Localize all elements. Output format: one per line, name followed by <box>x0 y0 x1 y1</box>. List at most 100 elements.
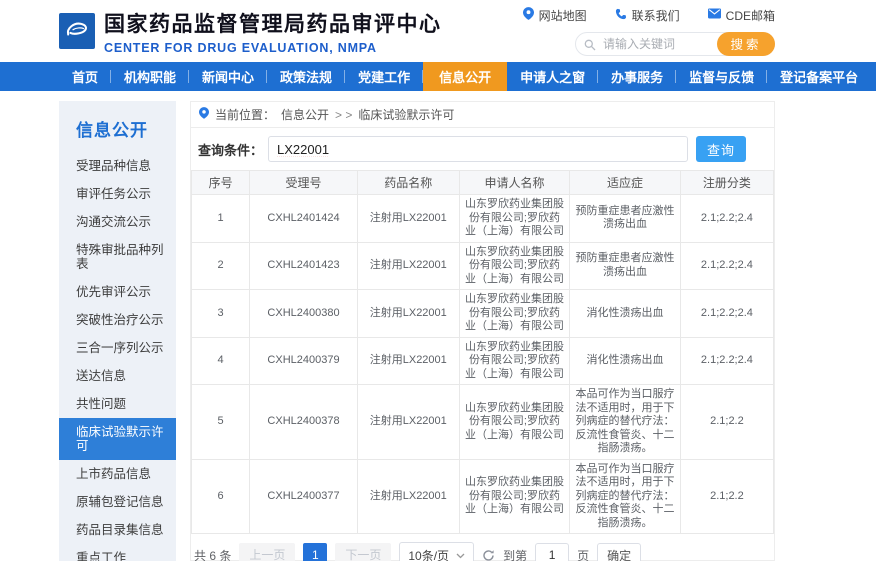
sidebar-item[interactable]: 突破性治疗公示 <box>59 306 176 334</box>
pager-confirm-button[interactable]: 确定 <box>597 543 641 561</box>
sidebar-item[interactable]: 上市药品信息 <box>59 460 176 488</box>
location-pin-icon <box>199 107 209 122</box>
sidebar-item[interactable]: 重点工作 <box>59 544 176 561</box>
page: 国家药品监督管理局药品审评中心 CENTER FOR DRUG EVALUATI… <box>0 0 876 561</box>
nav-item[interactable]: 办事服务 <box>598 62 676 91</box>
nav-item[interactable]: 机构职能 <box>111 62 189 91</box>
cell-drug-name: 注射用LX22001 <box>357 337 459 385</box>
cell-drug-name: 注射用LX22001 <box>357 459 459 534</box>
nav-item[interactable]: 申请人之窗 <box>507 62 598 91</box>
sidebar-item[interactable]: 共性问题 <box>59 390 176 418</box>
sidebar: 信息公开 受理品种信息审评任务公示沟通交流公示特殊审批品种列表优先审评公示突破性… <box>59 101 176 561</box>
cell-acceptance-no: CXHL2400377 <box>250 459 358 534</box>
pager-goto-unit: 页 <box>577 547 589 561</box>
cell-acceptance-no: CXHL2400379 <box>250 337 358 385</box>
table-header-cell: 适应症 <box>570 171 681 195</box>
cell-registration-class: 2.1;2.2;2.4 <box>680 337 773 385</box>
query-input[interactable] <box>268 136 688 162</box>
cell-applicant: 山东罗欣药业集团股份有限公司;罗欣药业（上海）有限公司 <box>459 337 570 385</box>
cell-indication: 消化性溃疡出血 <box>570 337 681 385</box>
nav-item[interactable]: 党建工作 <box>345 62 423 91</box>
cell-indication: 本品可作为当口服疗法不适用时，用于下列病症的替代疗法：反流性食管炎、十二指肠溃疡… <box>570 385 681 460</box>
sidebar-item[interactable]: 药品目录集信息 <box>59 516 176 544</box>
table-row: 3 CXHL2400380 注射用LX22001 山东罗欣药业集团股份有限公司;… <box>192 290 774 338</box>
table-row: 2 CXHL2401423 注射用LX22001 山东罗欣药业集团股份有限公司;… <box>192 242 774 290</box>
query-bar: 查询条件： 查询 <box>191 128 774 170</box>
table-row: 4 CXHL2400379 注射用LX22001 山东罗欣药业集团股份有限公司;… <box>192 337 774 385</box>
phone-icon <box>615 8 627 23</box>
nav-item[interactable]: 政策法规 <box>267 62 345 91</box>
results-table: 序号受理号药品名称申请人名称适应症注册分类 1 CXHL2401424 注射用L… <box>191 170 774 534</box>
cell-indication: 本品可作为当口服疗法不适用时，用于下列病症的替代疗法：反流性食管炎、十二指肠溃疡… <box>570 459 681 534</box>
table-row: 5 CXHL2400378 注射用LX22001 山东罗欣药业集团股份有限公司;… <box>192 385 774 460</box>
cell-applicant: 山东罗欣药业集团股份有限公司;罗欣药业（上海）有限公司 <box>459 195 570 243</box>
table-header-cell: 序号 <box>192 171 250 195</box>
table-header-cell: 受理号 <box>250 171 358 195</box>
breadcrumb-label: 当前位置： <box>215 106 275 123</box>
pager-page-1[interactable]: 1 <box>303 543 327 561</box>
chevron-down-icon <box>456 548 465 561</box>
main-panel: 当前位置： 信息公开 > > 临床试验默示许可 查询条件： 查询 序号受理号药品… <box>190 101 775 561</box>
location-pin-icon <box>523 7 534 23</box>
sidebar-item[interactable]: 特殊审批品种列表 <box>59 236 176 278</box>
brand: 国家药品监督管理局药品审评中心 CENTER FOR DRUG EVALUATI… <box>59 8 442 55</box>
cell-drug-name: 注射用LX22001 <box>357 242 459 290</box>
cell-applicant: 山东罗欣药业集团股份有限公司;罗欣药业（上海）有限公司 <box>459 290 570 338</box>
breadcrumb: 当前位置： 信息公开 > > 临床试验默示许可 <box>191 102 774 128</box>
cell-index: 4 <box>192 337 250 385</box>
site-header: 国家药品监督管理局药品审评中心 CENTER FOR DRUG EVALUATI… <box>0 0 876 62</box>
page-size-select[interactable]: 10条/页 <box>399 542 474 561</box>
sidebar-item[interactable]: 送达信息 <box>59 362 176 390</box>
content: 信息公开 受理品种信息审评任务公示沟通交流公示特殊审批品种列表优先审评公示突破性… <box>59 101 775 561</box>
query-label: 查询条件： <box>198 140 263 159</box>
nav-item[interactable]: 首页 <box>59 62 111 91</box>
search-button[interactable]: 搜索 <box>717 32 775 56</box>
sidebar-item[interactable]: 临床试验默示许可 <box>59 418 176 460</box>
sidebar-item[interactable]: 优先审评公示 <box>59 278 176 306</box>
refresh-icon[interactable] <box>482 549 495 561</box>
quick-links: 网站地图 联系我们 CDE邮箱 <box>523 7 775 24</box>
cell-index: 2 <box>192 242 250 290</box>
sidebar-title: 信息公开 <box>59 101 176 152</box>
table-header-cell: 药品名称 <box>357 171 459 195</box>
cell-acceptance-no: CXHL2400378 <box>250 385 358 460</box>
sidebar-item[interactable]: 受理品种信息 <box>59 152 176 180</box>
pager-goto-input[interactable] <box>535 543 569 561</box>
table-header-row: 序号受理号药品名称申请人名称适应症注册分类 <box>192 171 774 195</box>
sidebar-item[interactable]: 三合一序列公示 <box>59 334 176 362</box>
site-search: 搜索 <box>575 32 775 56</box>
nav-item[interactable]: 信息公开 <box>423 62 507 91</box>
search-icon <box>584 38 596 56</box>
cell-index: 1 <box>192 195 250 243</box>
sidebar-item[interactable]: 原辅包登记信息 <box>59 488 176 516</box>
cell-drug-name: 注射用LX22001 <box>357 290 459 338</box>
breadcrumb-section[interactable]: 信息公开 <box>281 106 329 123</box>
nav-item[interactable]: 登记备案平台 <box>767 62 871 91</box>
cell-indication: 预防重症患者应激性溃疡出血 <box>570 195 681 243</box>
pager-goto-label: 到第 <box>503 547 527 561</box>
nav-item[interactable]: 监督与反馈 <box>676 62 767 91</box>
cell-drug-name: 注射用LX22001 <box>357 195 459 243</box>
cell-index: 3 <box>192 290 250 338</box>
cell-registration-class: 2.1;2.2 <box>680 459 773 534</box>
table-header-cell: 申请人名称 <box>459 171 570 195</box>
table-row: 6 CXHL2400377 注射用LX22001 山东罗欣药业集团股份有限公司;… <box>192 459 774 534</box>
link-contact-us[interactable]: 联系我们 <box>615 7 680 24</box>
link-sitemap[interactable]: 网站地图 <box>523 7 587 24</box>
sidebar-item[interactable]: 审评任务公示 <box>59 180 176 208</box>
link-cde-mail[interactable]: CDE邮箱 <box>708 7 775 24</box>
nav-item[interactable]: 新闻中心 <box>189 62 267 91</box>
pagination: 共 6 条 上一页 1 下一页 10条/页 到第 页 确定 <box>191 534 774 561</box>
main-nav: 首页机构职能新闻中心政策法规党建工作信息公开申请人之窗办事服务监督与反馈登记备案… <box>0 62 876 91</box>
cell-applicant: 山东罗欣药业集团股份有限公司;罗欣药业（上海）有限公司 <box>459 459 570 534</box>
pager-prev-button[interactable]: 上一页 <box>239 543 295 561</box>
cde-logo-icon <box>59 13 95 49</box>
site-subtitle: CENTER FOR DRUG EVALUATION, NMPA <box>104 41 442 55</box>
cell-acceptance-no: CXHL2401423 <box>250 242 358 290</box>
cell-applicant: 山东罗欣药业集团股份有限公司;罗欣药业（上海）有限公司 <box>459 242 570 290</box>
pager-next-button[interactable]: 下一页 <box>335 543 391 561</box>
query-button[interactable]: 查询 <box>696 136 746 162</box>
sidebar-item[interactable]: 沟通交流公示 <box>59 208 176 236</box>
pager-total: 共 6 条 <box>194 547 231 561</box>
cell-registration-class: 2.1;2.2;2.4 <box>680 290 773 338</box>
